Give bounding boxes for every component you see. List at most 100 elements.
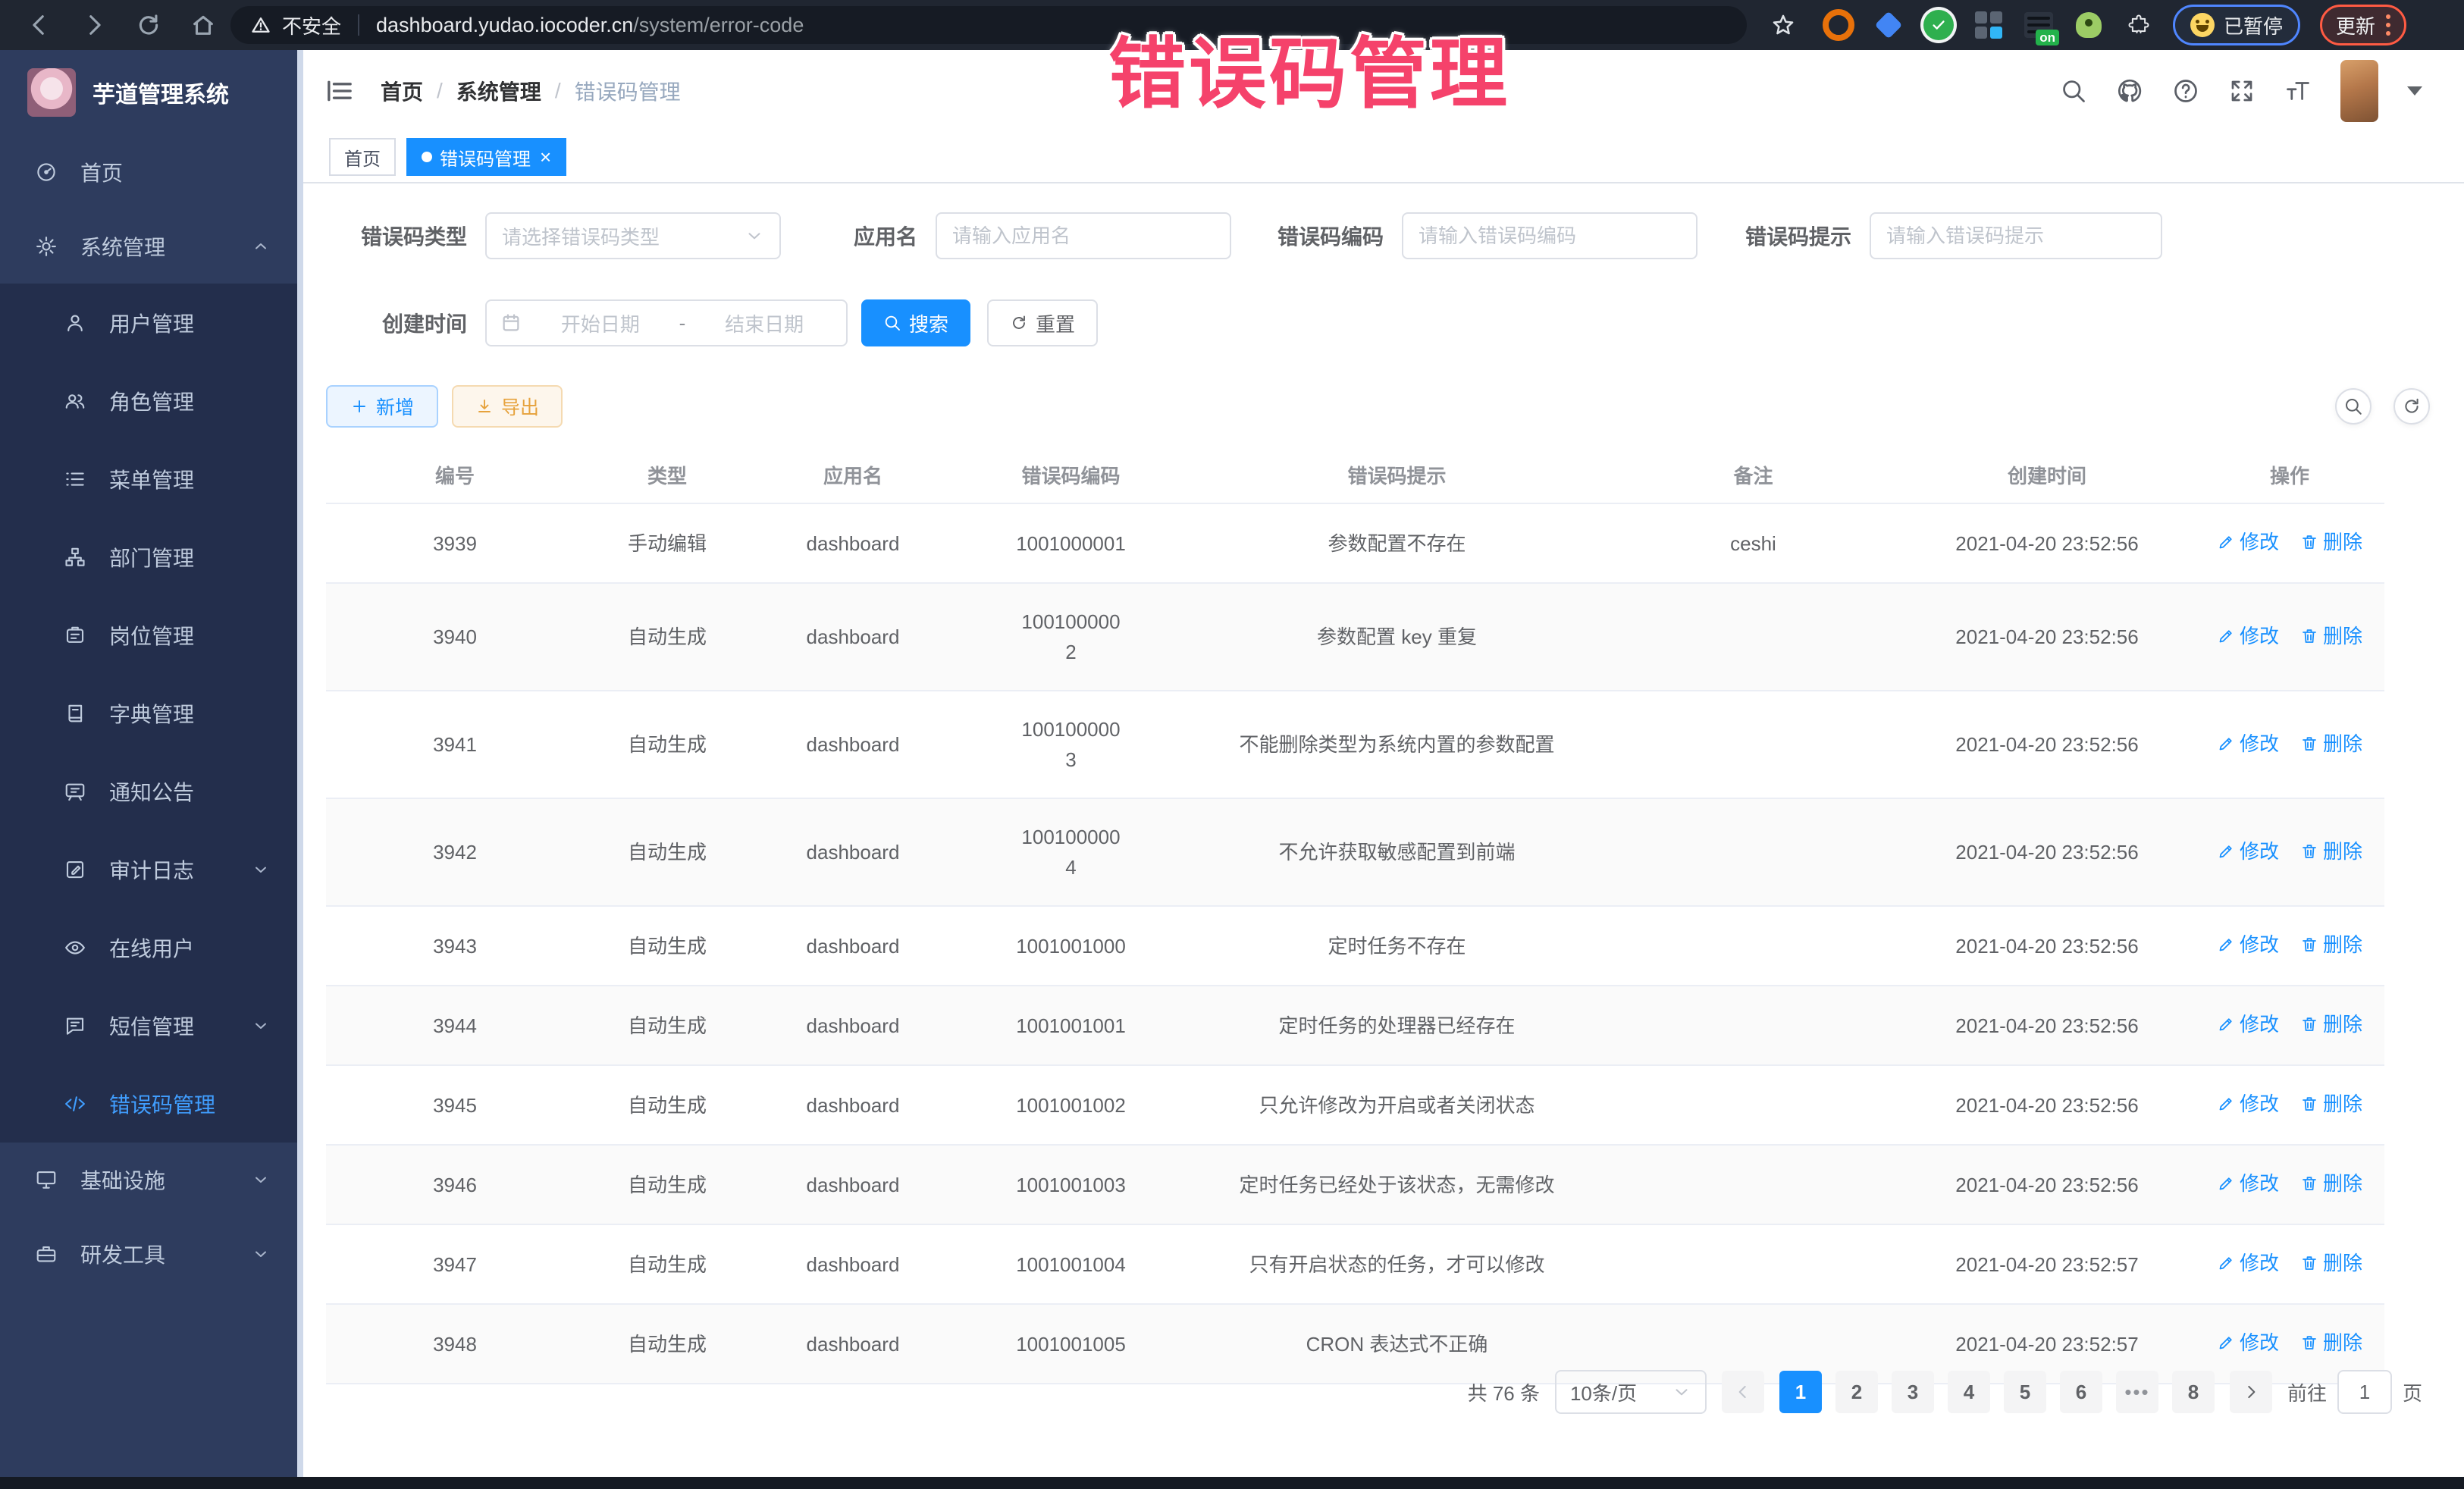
- export-button[interactable]: 导出: [452, 385, 563, 428]
- font-size-icon[interactable]: [2284, 77, 2312, 105]
- page-button-6[interactable]: 6: [2060, 1371, 2102, 1413]
- next-page-button[interactable]: [2230, 1371, 2272, 1413]
- github-icon[interactable]: [2116, 77, 2143, 105]
- page-button-1[interactable]: 1: [1779, 1371, 1822, 1413]
- date-range-picker[interactable]: 开始日期 - 结束日期: [485, 299, 848, 346]
- add-button[interactable]: 新增: [326, 385, 438, 428]
- toggle-search-button[interactable]: [2335, 388, 2372, 425]
- sidebar-item-研发工具[interactable]: 研发工具: [0, 1217, 297, 1291]
- cell-remark: [1607, 906, 1899, 986]
- cell-type: 自动生成: [584, 1304, 751, 1384]
- delete-link[interactable]: 删除: [2300, 1168, 2362, 1199]
- sidebar-item-基础设施[interactable]: 基础设施: [0, 1143, 297, 1217]
- reload-icon[interactable]: [135, 11, 162, 39]
- page-button-5[interactable]: 5: [2004, 1371, 2046, 1413]
- avatar[interactable]: [2340, 60, 2378, 122]
- page-button-2[interactable]: 2: [1835, 1371, 1878, 1413]
- extension-icon[interactable]: [2073, 9, 2105, 41]
- edit-link[interactable]: 修改: [2217, 1168, 2279, 1199]
- security-label: 不安全: [282, 11, 341, 39]
- tab-错误码管理[interactable]: 错误码管理×: [406, 138, 566, 176]
- breadcrumb-item[interactable]: 系统管理: [456, 76, 541, 106]
- sidebar-item-岗位管理[interactable]: 岗位管理: [0, 596, 297, 674]
- delete-link[interactable]: 删除: [2300, 1089, 2362, 1119]
- sidebar-item-label: 字典管理: [109, 698, 194, 729]
- goto-page-input[interactable]: [2337, 1370, 2392, 1414]
- edit-link[interactable]: 修改: [2217, 729, 2279, 759]
- sidebar-item-系统管理[interactable]: 系统管理: [0, 209, 297, 284]
- kebab-menu-icon[interactable]: [2386, 14, 2390, 36]
- page-button-3[interactable]: 3: [1892, 1371, 1934, 1413]
- page-size-select[interactable]: 10条/页: [1555, 1370, 1707, 1414]
- back-icon[interactable]: [26, 11, 53, 39]
- sidebar-scrollbar[interactable]: [297, 50, 303, 1477]
- sidebar-item-错误码管理[interactable]: 错误码管理: [0, 1064, 297, 1143]
- paused-extension-badge[interactable]: 已暂停: [2173, 5, 2300, 45]
- app-logo-row[interactable]: 芋道管理系统: [0, 50, 297, 135]
- error-code-input[interactable]: [1402, 212, 1698, 259]
- edit-link[interactable]: 修改: [2217, 1009, 2279, 1039]
- app-name-input[interactable]: [936, 212, 1231, 259]
- reset-button[interactable]: 重置: [987, 299, 1098, 346]
- edit-link[interactable]: 修改: [2217, 1089, 2279, 1119]
- sidebar-item-通知公告[interactable]: 通知公告: [0, 752, 297, 830]
- delete-link[interactable]: 删除: [2300, 1248, 2362, 1278]
- delete-link[interactable]: 删除: [2300, 1328, 2362, 1358]
- sidebar-item-短信管理[interactable]: 短信管理: [0, 986, 297, 1064]
- prev-page-button[interactable]: [1722, 1371, 1764, 1413]
- sidebar-item-菜单管理[interactable]: 菜单管理: [0, 440, 297, 518]
- delete-link[interactable]: 删除: [2300, 621, 2362, 651]
- edit-link[interactable]: 修改: [2217, 621, 2279, 651]
- sidebar-item-部门管理[interactable]: 部门管理: [0, 518, 297, 596]
- close-icon[interactable]: ×: [540, 147, 551, 167]
- extension-icon[interactable]: [1923, 9, 1955, 41]
- update-label: 更新: [2336, 11, 2375, 39]
- extension-icon[interactable]: [1873, 9, 1904, 41]
- edit-link[interactable]: 修改: [2217, 527, 2279, 557]
- extension-icon[interactable]: [1973, 9, 2005, 41]
- cell-code: 1001001002: [955, 1065, 1187, 1145]
- delete-link[interactable]: 删除: [2300, 836, 2362, 867]
- sidebar-item-审计日志[interactable]: 审计日志: [0, 830, 297, 908]
- extension-icon[interactable]: on: [2023, 9, 2055, 41]
- breadcrumb-item[interactable]: 首页: [381, 76, 423, 106]
- help-icon[interactable]: [2172, 77, 2199, 105]
- home-icon[interactable]: [190, 11, 217, 39]
- page-button-4[interactable]: 4: [1948, 1371, 1990, 1413]
- bookmark-star-icon[interactable]: [1770, 11, 1797, 39]
- puzzle-icon[interactable]: [2123, 9, 2155, 41]
- sidebar-item-字典管理[interactable]: 字典管理: [0, 674, 297, 752]
- extension-icon[interactable]: [1823, 9, 1854, 41]
- page-button-8[interactable]: 8: [2172, 1371, 2215, 1413]
- edit-link[interactable]: 修改: [2217, 836, 2279, 867]
- breadcrumb: 首页/系统管理/错误码管理: [381, 76, 681, 106]
- sidebar-item-用户管理[interactable]: 用户管理: [0, 284, 297, 362]
- edit-link[interactable]: 修改: [2217, 1328, 2279, 1358]
- refresh-icon: [2402, 397, 2422, 416]
- tab-首页[interactable]: 首页: [329, 138, 396, 176]
- error-hint-input[interactable]: [1870, 212, 2162, 259]
- hamburger-icon[interactable]: [324, 76, 355, 106]
- refresh-table-button[interactable]: [2393, 388, 2430, 425]
- sidebar-item-首页[interactable]: 首页: [0, 135, 297, 209]
- delete-link[interactable]: 删除: [2300, 729, 2362, 759]
- sidebar-item-在线用户[interactable]: 在线用户: [0, 908, 297, 986]
- address-bar[interactable]: 不安全 dashboard.yudao.iocoder.cn/system/er…: [230, 6, 1747, 44]
- delete-link[interactable]: 删除: [2300, 1009, 2362, 1039]
- delete-link[interactable]: 删除: [2300, 527, 2362, 557]
- search-button[interactable]: 搜索: [861, 299, 970, 346]
- cell-remark: [1607, 986, 1899, 1065]
- edit-link[interactable]: 修改: [2217, 1248, 2279, 1278]
- search-icon[interactable]: [2060, 77, 2087, 105]
- more-pages-button[interactable]: •••: [2116, 1371, 2158, 1413]
- delete-link[interactable]: 删除: [2300, 929, 2362, 960]
- sidebar-item-角色管理[interactable]: 角色管理: [0, 362, 297, 440]
- browser-update-button[interactable]: 更新: [2320, 5, 2406, 45]
- refresh-icon: [1010, 314, 1028, 332]
- edit-link[interactable]: 修改: [2217, 929, 2279, 960]
- fullscreen-icon[interactable]: [2228, 77, 2256, 105]
- error-type-select[interactable]: 请选择错误码类型: [485, 212, 781, 259]
- chevron-down-icon[interactable]: [2407, 86, 2422, 96]
- forward-icon[interactable]: [80, 11, 108, 39]
- hint-label: 错误码提示: [1732, 221, 1870, 251]
